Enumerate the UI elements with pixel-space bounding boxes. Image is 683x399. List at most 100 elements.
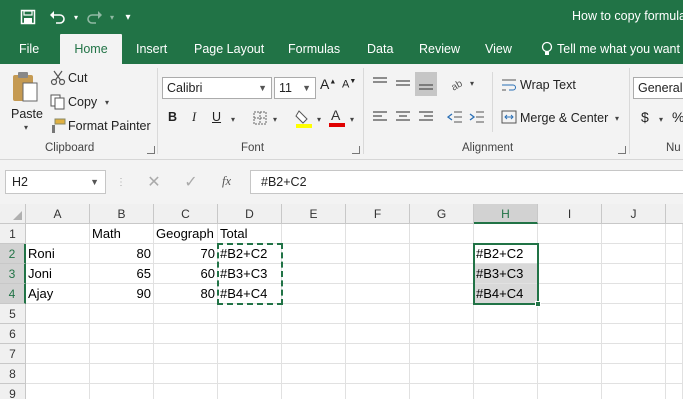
fill-handle[interactable]: [535, 301, 541, 307]
cut-icon[interactable]: [50, 70, 66, 86]
column-header-j[interactable]: J: [602, 204, 666, 224]
tab-insert[interactable]: Insert: [136, 34, 167, 64]
empty-cell[interactable]: [154, 324, 218, 344]
cell-b2[interactable]: 80: [90, 244, 154, 264]
cell-d3[interactable]: #B3+C3: [218, 264, 282, 284]
cell-d2[interactable]: #B2+C2: [218, 244, 282, 264]
empty-cell[interactable]: [474, 224, 538, 244]
customize-qat-icon[interactable]: ▾: [118, 7, 138, 27]
cell-b4[interactable]: 90: [90, 284, 154, 304]
cell-c4[interactable]: 80: [154, 284, 218, 304]
empty-cell[interactable]: [602, 384, 666, 399]
empty-cell[interactable]: [410, 264, 474, 284]
undo-icon[interactable]: [48, 7, 68, 27]
empty-cell[interactable]: [666, 264, 683, 284]
row-header-3[interactable]: 3: [0, 264, 26, 284]
empty-cell[interactable]: [666, 224, 683, 244]
empty-cell[interactable]: [282, 284, 346, 304]
italic-button[interactable]: I: [192, 110, 196, 125]
empty-cell[interactable]: [282, 264, 346, 284]
empty-cell[interactable]: [346, 264, 410, 284]
empty-cell[interactable]: [26, 224, 90, 244]
empty-cell[interactable]: [154, 304, 218, 324]
cancel-icon[interactable]: ✕: [146, 174, 162, 191]
column-header-g[interactable]: G: [410, 204, 474, 224]
empty-cell[interactable]: [602, 244, 666, 264]
empty-cell[interactable]: [26, 344, 90, 364]
empty-cell[interactable]: [538, 264, 602, 284]
decrease-indent-icon[interactable]: [446, 108, 464, 126]
empty-cell[interactable]: [474, 344, 538, 364]
empty-cell[interactable]: [26, 304, 90, 324]
empty-cell[interactable]: [410, 224, 474, 244]
cell-a4[interactable]: Ajay: [26, 284, 90, 304]
empty-cell[interactable]: [410, 304, 474, 324]
empty-cell[interactable]: [666, 324, 683, 344]
copy-icon[interactable]: [50, 94, 66, 110]
align-center-icon[interactable]: [394, 108, 412, 126]
font-name-select[interactable]: Calibri ▼: [162, 77, 272, 99]
column-header-h[interactable]: H: [474, 204, 538, 224]
tab-data[interactable]: Data: [367, 34, 393, 64]
empty-cell[interactable]: [346, 344, 410, 364]
column-header-a[interactable]: A: [26, 204, 90, 224]
align-middle-icon[interactable]: [394, 74, 412, 92]
empty-cell[interactable]: [602, 304, 666, 324]
wrap-text-icon[interactable]: [500, 76, 518, 94]
row-header-5[interactable]: 5: [0, 304, 26, 324]
column-header-d[interactable]: D: [218, 204, 282, 224]
empty-cell[interactable]: [538, 344, 602, 364]
empty-cell[interactable]: [218, 304, 282, 324]
empty-cell[interactable]: [538, 224, 602, 244]
empty-cell[interactable]: [346, 284, 410, 304]
empty-cell[interactable]: [26, 384, 90, 399]
empty-cell[interactable]: [602, 264, 666, 284]
copy-dropdown-icon[interactable]: ▾: [102, 97, 112, 107]
align-top-icon[interactable]: [371, 74, 389, 92]
empty-cell[interactable]: [538, 304, 602, 324]
tab-page-layout[interactable]: Page Layout: [194, 34, 264, 64]
empty-cell[interactable]: [410, 344, 474, 364]
name-box[interactable]: H2 ▼: [5, 170, 106, 194]
align-left-icon[interactable]: [371, 108, 389, 126]
empty-cell[interactable]: [666, 364, 683, 384]
row-header-6[interactable]: 6: [0, 324, 26, 344]
column-header-i[interactable]: I: [538, 204, 602, 224]
empty-cell[interactable]: [154, 384, 218, 399]
empty-cell[interactable]: [90, 344, 154, 364]
format-painter-icon[interactable]: [50, 118, 66, 134]
column-header-f[interactable]: F: [346, 204, 410, 224]
empty-cell[interactable]: [154, 344, 218, 364]
copy-button[interactable]: Copy: [68, 95, 97, 109]
cell-a2[interactable]: Roni: [26, 244, 90, 264]
empty-cell[interactable]: [282, 364, 346, 384]
row-header-9[interactable]: 9: [0, 384, 26, 399]
empty-cell[interactable]: [538, 284, 602, 304]
align-right-icon[interactable]: [417, 108, 435, 126]
decrease-font-size-icon[interactable]: A▼: [342, 78, 356, 91]
tab-review[interactable]: Review: [419, 34, 460, 64]
currency-button[interactable]: $: [641, 109, 649, 125]
redo-icon[interactable]: [84, 7, 104, 27]
empty-cell[interactable]: [90, 384, 154, 399]
wrap-text-button[interactable]: Wrap Text: [520, 78, 576, 92]
empty-cell[interactable]: [346, 364, 410, 384]
cut-button[interactable]: Cut: [68, 71, 87, 85]
tab-formulas[interactable]: Formulas: [288, 34, 340, 64]
font-size-select[interactable]: 11 ▼: [274, 77, 316, 99]
cell-b3[interactable]: 65: [90, 264, 154, 284]
empty-cell[interactable]: [218, 324, 282, 344]
tab-file[interactable]: File: [19, 34, 39, 64]
orientation-icon[interactable]: ab: [448, 74, 468, 92]
empty-cell[interactable]: [602, 224, 666, 244]
empty-cell[interactable]: [410, 244, 474, 264]
cell-h4[interactable]: #B4+C4: [474, 284, 538, 304]
merge-dropdown-icon[interactable]: ▾: [612, 113, 622, 123]
cell-c3[interactable]: 60: [154, 264, 218, 284]
percent-button[interactable]: %: [672, 109, 683, 125]
empty-cell[interactable]: [90, 364, 154, 384]
currency-dropdown-icon[interactable]: ▾: [656, 114, 666, 124]
empty-cell[interactable]: [282, 244, 346, 264]
row-header-8[interactable]: 8: [0, 364, 26, 384]
empty-cell[interactable]: [346, 384, 410, 399]
